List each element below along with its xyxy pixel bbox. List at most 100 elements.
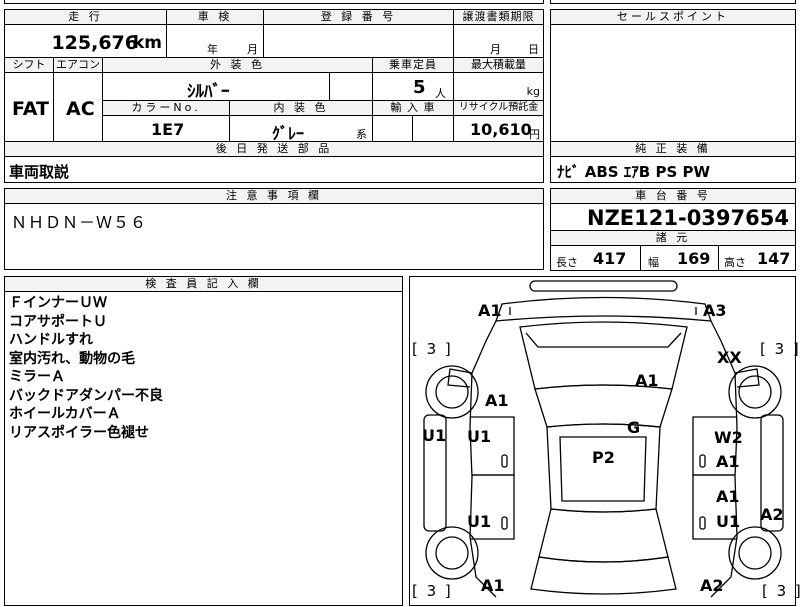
shift-header: シフト (4, 57, 54, 73)
front-left-wheel (425, 365, 479, 419)
note-line: コアサポートＵ (9, 313, 107, 330)
chassis-value: NZE121-0397654 (587, 206, 789, 230)
mark-front-left-corner: A1 (478, 301, 502, 320)
mark-rear-left-corner: A1 (481, 576, 505, 595)
transfer-day-unit: 日 (528, 43, 539, 56)
recycle-value: 10,610 (470, 120, 532, 139)
note-line: ハンドルすれ (9, 332, 93, 348)
max-load-header: 最大積載量 (453, 57, 544, 73)
mileage-unit: km (132, 33, 162, 53)
exterior-value: ｼﾙﾊﾞｰ (187, 82, 230, 102)
dimensions-length-cell: 長さ 417 (550, 245, 641, 271)
caution-value: ＮＨＤＮ－Ｗ５６ (11, 213, 148, 232)
mark-left-rear-door: U1 (467, 512, 492, 531)
top-cutoff-row (4, 0, 544, 4)
aircon-cell: AC (53, 72, 103, 142)
recycle-unit: 円 (529, 128, 540, 141)
chassis-cell: NZE121-0397654 (550, 203, 796, 231)
front-right-wheel (728, 365, 782, 419)
caution-cell: ＮＨＤＮ－Ｗ５６ (4, 203, 544, 270)
height-value: 147 (757, 249, 791, 268)
width-label: 幅 (648, 256, 659, 269)
interior-cell: ｸﾞﾚｰ 系 (229, 115, 373, 143)
max-load-unit: kg (526, 85, 540, 98)
mark-roof-center: P2 (592, 448, 615, 467)
later-parts-header: 後 日 発 送 部 品 (4, 141, 544, 157)
note-line: ＦインナーＵＷ (9, 295, 107, 311)
rear-right-wheel (728, 526, 782, 580)
later-parts-cell: 車両取説 (4, 156, 544, 183)
tyre-rear-right: [ 3 ] (762, 582, 800, 600)
capacity-unit: 人 (435, 87, 446, 100)
inspector-notes-header: 検 査 員 記 入 欄 (4, 276, 403, 292)
color-no-value: 1E7 (151, 120, 185, 139)
note-line: バックドアダンパー不良 (9, 387, 163, 404)
genuine-equipment-cell: ﾅﾋﾞ ABS ｴｱB PS PW (550, 156, 796, 183)
mark-right-front-door-1: W2 (714, 428, 743, 447)
registration-cell (263, 24, 454, 58)
tyre-front-right: [ 3 ] (760, 340, 800, 358)
front-nose-shape (495, 296, 712, 322)
interior-header: 内 装 色 (229, 100, 373, 116)
width-value: 169 (677, 249, 711, 268)
recycle-header: リサイクル預託金 (453, 100, 544, 116)
mark-right-rear-door-2: U1 (716, 512, 741, 531)
length-label: 長さ (556, 256, 578, 269)
note-line: 室内汚れ、動物の毛 (9, 350, 136, 367)
body-left-side (469, 320, 497, 598)
mileage-header: 走 行 (4, 9, 167, 25)
mark-front-left-fender: A1 (485, 391, 509, 410)
aircon-header: エアコン (53, 57, 103, 73)
import-header: 輸 入 車 (372, 100, 454, 116)
front-bumper-shape (529, 280, 678, 292)
shift-value: FAT (12, 98, 49, 120)
mark-front-right-corner: A3 (703, 301, 727, 320)
dimensions-width-cell: 幅 169 (640, 245, 719, 271)
registration-header: 登 録 番 号 (263, 9, 454, 25)
mark-rear-right-corner: A2 (700, 576, 724, 595)
caution-header: 注 意 事 項 欄 (4, 188, 544, 204)
rear-left-wheel (425, 526, 479, 580)
transfer-doc-header: 譲渡書類期限 (453, 9, 544, 25)
mark-right-front-door-2: A1 (716, 452, 740, 471)
mark-front-right-fender: XX (717, 348, 742, 367)
mark-roof: G (627, 418, 641, 437)
tailgate-shape (530, 556, 677, 595)
chassis-header: 車 台 番 号 (550, 188, 796, 204)
color-no-cell: 1E7 (102, 115, 230, 142)
damage-diagram: A1 A3 A1 A1 XX G P2 U1 U1 U1 W2 A1 A1 U1… (409, 276, 800, 606)
recycle-cell: 10,610 円 (453, 115, 544, 142)
exterior-cell: ｼﾙﾊﾞｰ (102, 72, 330, 102)
height-label: 高さ (724, 256, 746, 269)
max-load-cell: kg (453, 72, 544, 101)
later-parts-value: 車両取説 (9, 163, 70, 181)
import-cell-b (412, 115, 454, 142)
sales-point-cell (550, 24, 796, 142)
length-value: 417 (593, 249, 627, 268)
mark-hood: A1 (635, 371, 659, 390)
dimensions-height-cell: 高さ 147 (718, 245, 796, 271)
exterior-header: 外 装 色 (102, 57, 373, 73)
mileage-value: 125,676 (51, 32, 138, 54)
windshield-shape (534, 384, 673, 428)
mark-right-rear-door-1: A1 (716, 487, 740, 506)
inspector-notes-cell: ＦインナーＵＷ コアサポートＵ ハンドルすれ 室内汚れ、動物の毛 ミラーＡ バッ… (4, 291, 403, 606)
mark-left-sill: U1 (422, 426, 447, 445)
shift-cell: FAT (4, 72, 54, 142)
mark-right-sill: A2 (760, 505, 784, 524)
exterior-extra-cell (329, 72, 373, 101)
note-line: ミラーＡ (9, 369, 65, 385)
top-cutoff-sales (550, 0, 796, 4)
tyre-front-left: [ 3 ] (412, 340, 453, 358)
inspection-header: 車 検 (166, 9, 264, 25)
inspection-cell: 年 月 (166, 24, 264, 58)
inspection-year-unit: 年 (207, 43, 218, 56)
genuine-equipment-value: ﾅﾋﾞ ABS ｴｱB PS PW (557, 163, 711, 181)
tyre-rear-left: [ 3 ] (412, 582, 453, 600)
import-cell-a (372, 115, 413, 142)
hood-shape (519, 321, 688, 390)
note-line: ホイールカバーＡ (9, 406, 121, 422)
aircon-value: AC (66, 98, 95, 120)
capacity-value: 5 (413, 77, 426, 98)
transfer-month-unit: 月 (490, 43, 501, 56)
